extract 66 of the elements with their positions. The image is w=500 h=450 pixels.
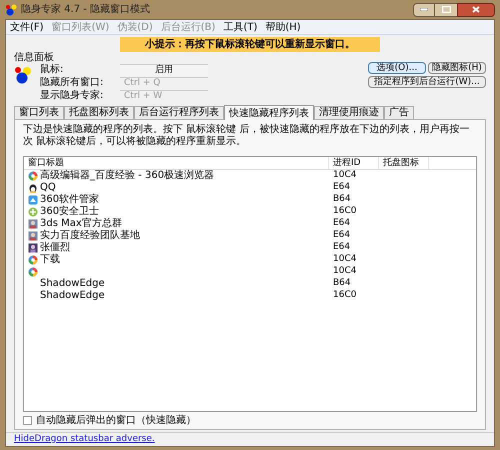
table-cell-text: 10C4 <box>332 265 358 278</box>
column-header[interactable]: 托盘图标 <box>379 157 429 169</box>
table-cell-text: E64 <box>332 241 352 254</box>
checkbox[interactable] <box>23 416 32 425</box>
tab[interactable]: 托盘图标列表 <box>64 106 134 119</box>
table-cell-text: 360软件管家 <box>40 194 100 206</box>
globe-ball-icon <box>28 267 38 277</box>
maximize-icon <box>442 6 450 13</box>
minimize-button[interactable] <box>413 2 435 16</box>
group-avatar-icon <box>28 219 38 229</box>
table-cell-text: 16C0 <box>332 205 358 218</box>
tab[interactable]: 清理使用痕迹 <box>314 106 384 119</box>
app-icon <box>28 195 38 205</box>
table-cell-text: E64 <box>332 217 352 230</box>
table-cell-text: 10C4 <box>332 253 358 266</box>
checkbox-label: 自动隐藏后弹出的窗口（快速隐藏） <box>36 414 196 428</box>
column-header[interactable]: 进程ID <box>329 157 379 169</box>
table-cell-text: 3ds Max官方总群 <box>40 218 122 230</box>
table-cell: 下载 <box>40 254 60 266</box>
tab[interactable]: 广告 <box>384 106 414 119</box>
menu-item[interactable]: 帮助(H) <box>265 20 301 34</box>
menu-item[interactable]: 工具(T) <box>223 20 258 34</box>
plus-badge-icon <box>28 207 38 217</box>
tab[interactable]: 后台运行程序列表 <box>134 106 224 119</box>
table-cell-text: 16C0 <box>332 289 358 302</box>
menu-item[interactable]: 文件(F) <box>10 20 44 34</box>
table-cell-text: E64 <box>332 181 352 194</box>
minimize-icon <box>420 8 428 11</box>
table-cell: 高级编辑器_百度经验 - 360极速浏览器 <box>40 170 214 182</box>
button[interactable]: 选项(O)... <box>368 62 426 74</box>
app-logo-icon <box>14 66 32 84</box>
globe-ball-icon <box>28 171 38 181</box>
table-cell-text: 张僵烈 <box>40 242 70 254</box>
tab[interactable]: 快速隐藏程序列表 <box>224 105 314 120</box>
app-logo-icon <box>5 4 17 16</box>
table-cell-text: 10C4 <box>332 169 358 182</box>
button[interactable]: 指定程序到后台运行(W)... <box>368 76 486 88</box>
status-bar-link[interactable]: HideDragon statusbar adverse. <box>14 432 155 446</box>
table-cell-text: 360安全卫士 <box>40 206 100 218</box>
table-cell-text: B64 <box>332 193 352 206</box>
tip-banner: 小提示：再按下鼠标滚轮键可以重新显示窗口。 <box>120 37 380 52</box>
maximize-button[interactable] <box>435 2 457 16</box>
tab[interactable]: 窗口列表 <box>14 106 64 119</box>
close-icon <box>472 6 480 13</box>
table-cell: ShadowEdge <box>40 290 105 302</box>
status-field: 启用 <box>120 64 208 76</box>
globe-ball-icon <box>28 255 38 265</box>
panel-title: 信息面板 <box>14 52 55 64</box>
close-button[interactable] <box>457 2 495 16</box>
field-label: 隐藏所有窗口: <box>40 77 104 89</box>
window-title: 隐身专家 4.7 - 隐藏窗口模式 <box>21 2 150 17</box>
group-avatar-icon <box>28 231 38 241</box>
table-cell-text: E64 <box>332 229 352 242</box>
hotkey-field: Ctrl + Q <box>120 77 208 89</box>
button[interactable]: 隐藏图标(H) <box>428 62 486 74</box>
field-label: 显示隐身专家: <box>40 90 104 102</box>
person-avatar-icon <box>28 243 38 253</box>
table-cell-text: B64 <box>332 277 352 290</box>
field-label: 鼠标: <box>40 64 64 76</box>
description-text: 下边是快速隐藏的程序的列表。按下 鼠标滚轮键 后，被快速隐藏的程序放在下边的列表，用户再按一次 鼠标滚轮键后，可以将被隐藏的程序重新显示。 <box>23 124 470 148</box>
table-cell: ShadowEdge <box>40 278 105 290</box>
table-cell: QQ <box>40 182 56 194</box>
hotkey-field: Ctrl + W <box>120 90 208 102</box>
column-header[interactable]: 窗口标题 <box>24 157 329 169</box>
table-cell-text: 实力百度经验团队基地 <box>40 230 140 242</box>
penguin-icon <box>28 183 38 193</box>
